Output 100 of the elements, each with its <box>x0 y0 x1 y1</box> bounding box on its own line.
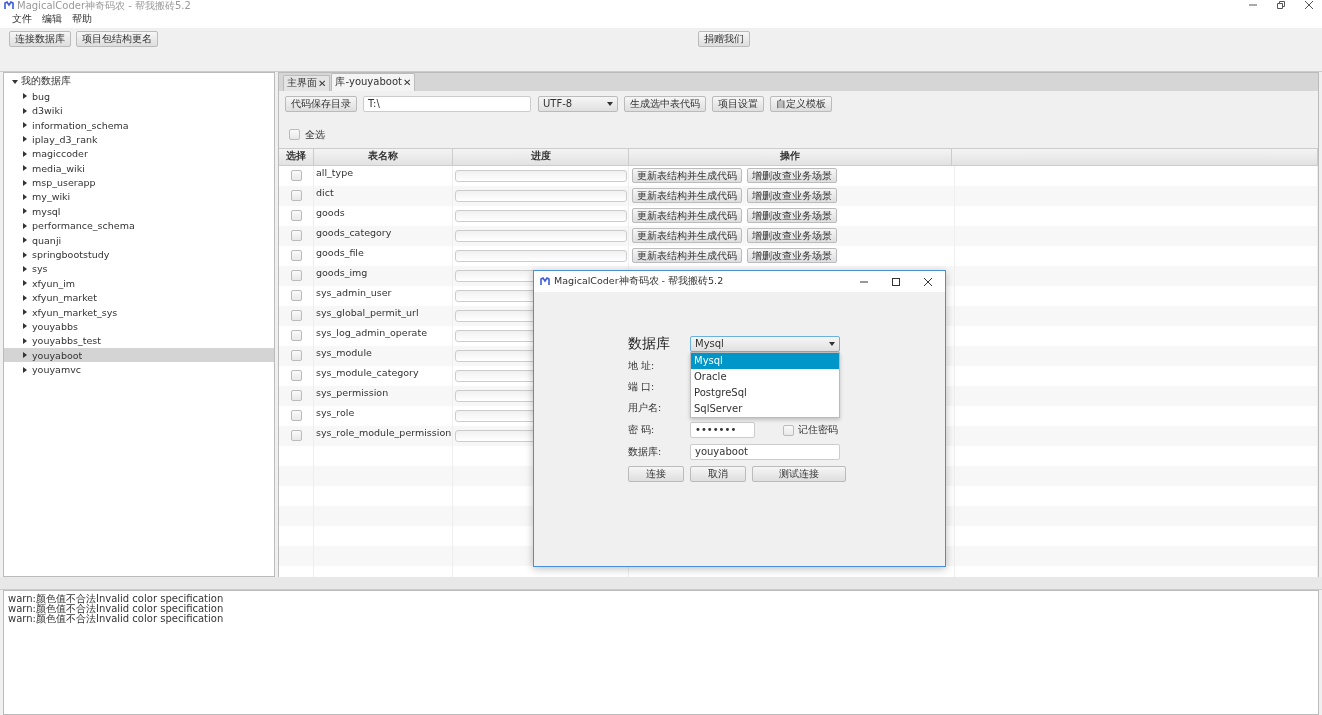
collapse-arrow-icon[interactable] <box>12 78 18 85</box>
save-dir-button[interactable]: 代码保存目录 <box>285 95 357 112</box>
app-logo-icon <box>540 277 550 286</box>
row-action-button[interactable]: 更新表结构并生成代码 <box>632 248 742 264</box>
checkbox[interactable] <box>783 424 794 436</box>
table-cell-text: sys_log_admin_operate <box>315 327 427 339</box>
window-title: MagicalCoder神奇码农 - 帮我搬砖5.2 <box>17 0 191 11</box>
checkbox[interactable] <box>289 129 300 141</box>
password-field[interactable]: ••••••• <box>690 422 755 438</box>
database-type-dropdown[interactable]: Mysql <box>690 336 840 352</box>
dropdown-option[interactable]: Oracle <box>691 369 839 385</box>
table-cell-text: goods_img <box>315 267 368 279</box>
tree-item[interactable]: my_wiki <box>4 189 274 205</box>
table-cell-text: all_type <box>315 167 354 179</box>
checkbox[interactable] <box>290 310 302 322</box>
row-action-button[interactable]: 更新表结构并生成代码 <box>632 168 742 184</box>
field-label: 用户名: <box>628 402 663 415</box>
tree-item[interactable]: xfyun_market_sys <box>4 304 274 320</box>
checkbox[interactable] <box>290 370 302 382</box>
table-cell-text: goods <box>315 207 345 219</box>
restore-icon[interactable] <box>1276 0 1286 11</box>
tab[interactable]: 库-youyaboot✕ <box>331 72 416 91</box>
database-field[interactable]: youyaboot <box>690 444 840 460</box>
table-cell-text: sys_module_category <box>315 367 419 379</box>
toolbar-button[interactable]: 生成选中表代码 <box>624 95 706 112</box>
close-icon[interactable] <box>923 276 933 287</box>
log-line: warn:颜色值不合法Invalid color specification <box>8 593 225 604</box>
table-cell-text: goods_file <box>315 247 364 259</box>
checkbox[interactable] <box>290 290 302 302</box>
column-header: 表名称 <box>314 148 453 165</box>
tree-item[interactable]: xfyun_im <box>4 276 274 291</box>
row-action-button[interactable]: 增删改查业务场景 <box>747 248 837 264</box>
expand-arrow-icon[interactable] <box>22 122 28 128</box>
tree-item[interactable]: mysql <box>4 204 274 219</box>
dialog-title: MagicalCoder神奇码农 - 帮我搬砖5.2 <box>554 275 724 288</box>
tree-item[interactable]: springbootstudy <box>4 247 274 262</box>
checkbox[interactable] <box>290 410 302 422</box>
checkbox[interactable] <box>290 350 302 362</box>
maximize-icon[interactable] <box>891 276 901 287</box>
row-action-button[interactable]: 更新表结构并生成代码 <box>632 228 742 244</box>
dropdown-option[interactable]: PostgreSql <box>691 385 839 401</box>
tree-item[interactable]: performance_schema <box>4 218 274 233</box>
tree-item[interactable]: bug <box>4 89 274 104</box>
table-cell-text: sys_permission <box>315 387 389 399</box>
field-label: 数据库: <box>628 445 663 459</box>
tree-item[interactable]: youyaboot <box>4 348 274 363</box>
toolbar-button[interactable]: 项目设置 <box>712 95 764 112</box>
checkbox[interactable] <box>290 330 302 342</box>
row-action-button[interactable]: 增删改查业务场景 <box>747 188 837 204</box>
checkbox[interactable] <box>290 390 302 402</box>
dialog-button[interactable]: 连接 <box>628 466 684 482</box>
tree-item[interactable]: youyabbs_test <box>4 333 274 349</box>
table-cell-text: goods_category <box>315 227 392 239</box>
tree-item[interactable]: youyabbs <box>4 319 274 334</box>
checkbox[interactable] <box>290 230 302 242</box>
dropdown-arrow-icon[interactable] <box>607 101 613 106</box>
menu-item[interactable]: 编辑 <box>42 12 62 27</box>
dropdown-option[interactable]: SqlServer <box>691 401 839 417</box>
database-heading: 数据库 <box>628 335 671 353</box>
tree-item[interactable]: sys <box>4 261 274 277</box>
row-action-button[interactable]: 更新表结构并生成代码 <box>632 188 742 204</box>
tree-item[interactable]: msp_userapp <box>4 175 274 190</box>
toolbar-button[interactable]: 项目包结构更名 <box>76 30 158 47</box>
donate-button[interactable]: 捐赠我们 <box>698 30 750 47</box>
tree-item[interactable]: quanji <box>4 232 274 248</box>
save-dir-field[interactable]: T:\ <box>363 95 531 112</box>
checkbox[interactable] <box>290 270 302 282</box>
checkbox[interactable] <box>290 430 302 442</box>
toolbar-button[interactable]: 自定义模板 <box>770 95 832 112</box>
checkbox[interactable] <box>290 170 302 182</box>
tree-item[interactable]: iplay_d3_rank <box>4 132 274 147</box>
tree-item[interactable]: youyamvc <box>4 362 274 377</box>
menu-item[interactable]: 帮助 <box>72 12 92 27</box>
tree-item[interactable]: media_wiki <box>4 161 274 176</box>
remember-password-label: 记住密码 <box>798 423 838 437</box>
dialog-button[interactable]: 取消 <box>690 466 746 482</box>
tree-item[interactable]: d3wiki <box>4 103 274 118</box>
checkbox[interactable] <box>290 190 302 202</box>
tree-item[interactable]: xfyun_market <box>4 290 274 305</box>
field-label: 密 码: <box>628 423 656 437</box>
checkbox[interactable] <box>290 210 302 222</box>
field-label: 端 口: <box>628 381 656 394</box>
column-header: 操作 <box>629 148 952 165</box>
tree-item[interactable]: information_schema <box>4 117 274 133</box>
tree-item[interactable]: magiccoder <box>4 146 274 161</box>
tree-root-label[interactable]: 我的数据库 <box>21 75 71 89</box>
row-action-button[interactable]: 增删改查业务场景 <box>747 208 837 224</box>
toolbar-button[interactable]: 连接数据库 <box>9 30 71 47</box>
tab[interactable]: 主界面✕ <box>283 74 331 91</box>
close-icon[interactable] <box>1304 0 1314 11</box>
encoding-dropdown[interactable]: UTF-8 <box>538 95 618 112</box>
dropdown-arrow-icon[interactable] <box>829 342 835 346</box>
table-cell-text: sys_module <box>315 347 372 359</box>
checkbox[interactable] <box>290 250 302 262</box>
column-header: 进度 <box>453 148 629 165</box>
row-action-button[interactable]: 增删改查业务场景 <box>747 168 837 184</box>
row-action-button[interactable]: 更新表结构并生成代码 <box>632 208 742 224</box>
menu-item[interactable]: 文件 <box>12 12 32 27</box>
dialog-button[interactable]: 测试连接 <box>752 466 846 482</box>
row-action-button[interactable]: 增删改查业务场景 <box>747 228 837 244</box>
